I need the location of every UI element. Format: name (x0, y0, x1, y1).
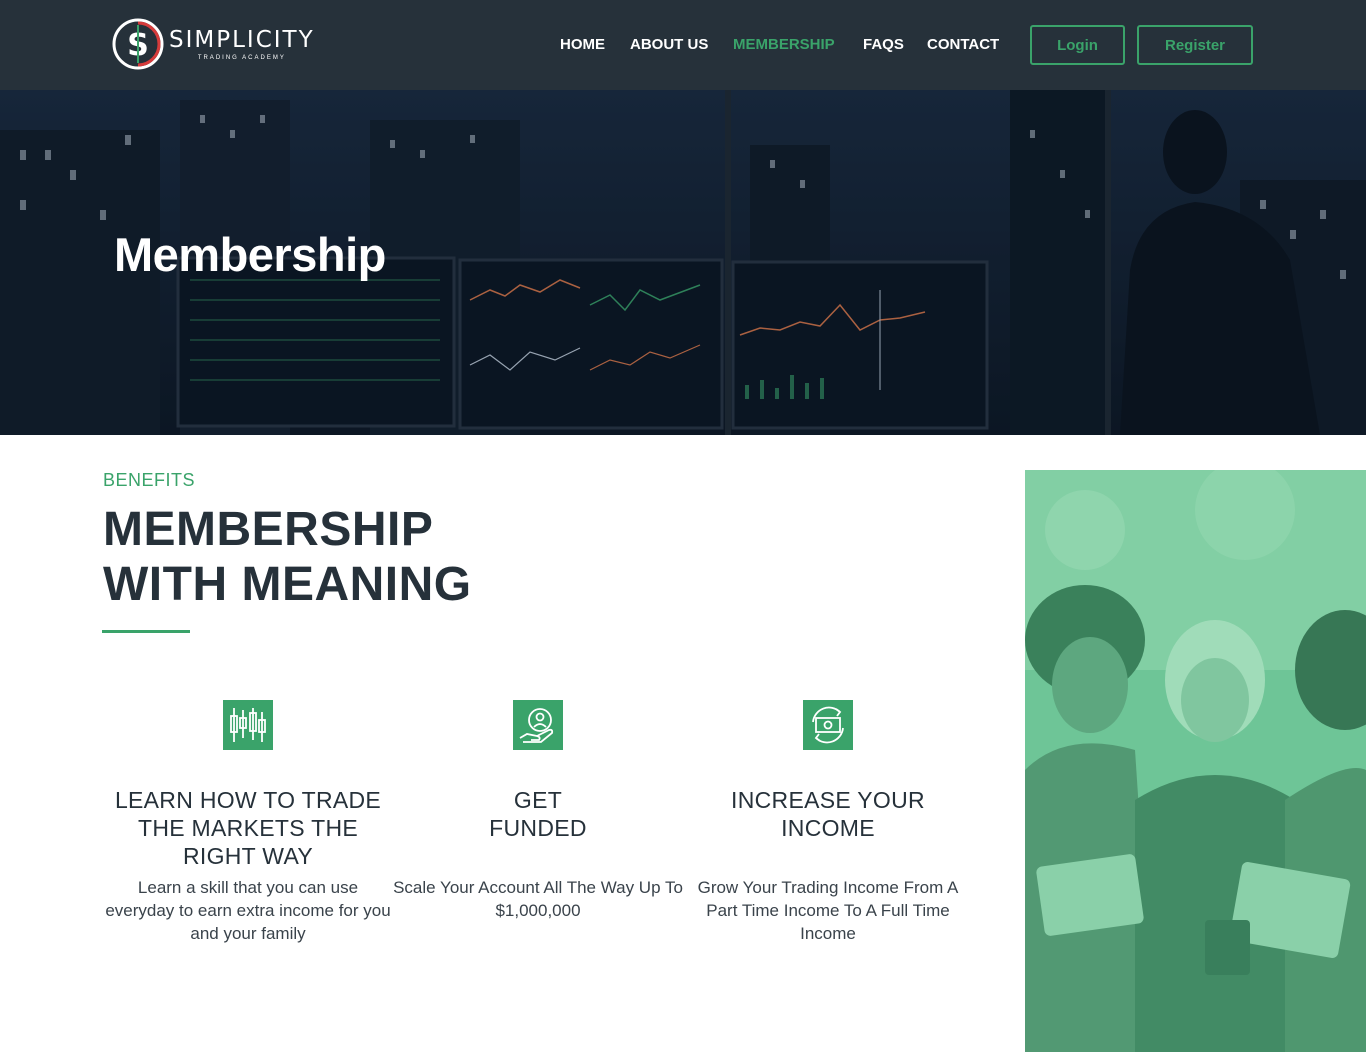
benefit-heading-text: GET FUNDED (489, 787, 587, 841)
benefit-text: Scale Your Account All The Way Up To $1,… (393, 878, 683, 920)
brand-logo[interactable]: S SIMPLICITY TRADING ACADEMY (111, 16, 321, 72)
section-eyebrow: BENEFITS (103, 470, 196, 490)
site-header: S SIMPLICITY TRADING ACADEMY HOME ABOUT … (0, 0, 1366, 90)
login-button[interactable]: Login (1030, 25, 1125, 65)
benefit-text: Grow Your Trading Income From A Part Tim… (697, 878, 959, 943)
brand-tagline: TRADING ACADEMY (197, 54, 286, 61)
benefit-heading-text: INCREASE YOUR INCOME (731, 787, 925, 841)
benefit-card-funded: GET FUNDED Scale Your Account All The Wa… (393, 700, 683, 922)
nav-membership[interactable]: MEMBERSHIP (733, 36, 835, 53)
section-title-line1: MEMBERSHIP (103, 503, 434, 556)
nav-home[interactable]: HOME (560, 36, 605, 53)
benefit-heading: LEARN HOW TO TRADE THE MARKETS THE RIGHT… (114, 787, 382, 869)
nav-faqs[interactable]: FAQS (863, 36, 904, 53)
nav-about-us[interactable]: ABOUT US (630, 36, 708, 53)
benefit-text: Learn a skill that you can use everyday … (105, 878, 391, 943)
money-cycle-icon (803, 700, 853, 750)
section-title: MEMBERSHIP WITH MEANING (103, 502, 472, 612)
candlestick-chart-icon (223, 700, 273, 750)
benefit-heading: GET FUNDED (393, 786, 683, 870)
register-button[interactable]: Register (1137, 25, 1253, 65)
funded-person-hand-icon (513, 700, 563, 750)
people-with-tablets-image (1025, 470, 1366, 1052)
nav-contact[interactable]: CONTACT (927, 36, 999, 53)
members-photo (1025, 470, 1366, 1052)
hero-title: Membership (114, 228, 386, 281)
benefit-card-income: INCREASE YOUR INCOME Grow Your Trading I… (683, 700, 973, 945)
logo-s-icon: S (112, 18, 164, 70)
hero-banner: Membership (0, 90, 1366, 435)
benefit-card-learn: LEARN HOW TO TRADE THE MARKETS THE RIGHT… (103, 700, 393, 945)
benefit-heading: INCREASE YOUR INCOME (683, 786, 973, 870)
title-underline (102, 630, 190, 633)
brand-name: SIMPLICITY (169, 26, 315, 53)
section-title-line2: WITH MEANING (103, 558, 472, 611)
